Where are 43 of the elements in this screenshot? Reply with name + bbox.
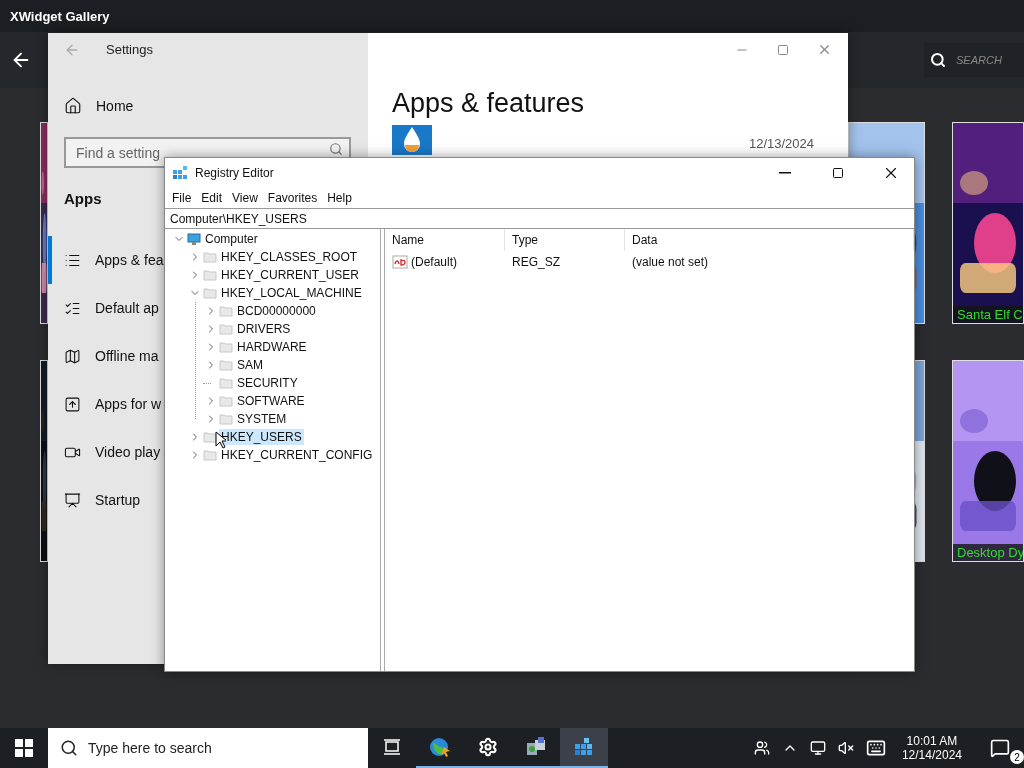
tree-item[interactable]: HKEY_CURRENT_CONFIG xyxy=(219,447,375,463)
thumbnail-caption: Santa Elf C xyxy=(953,306,1023,323)
tree-item[interactable]: HKEY_CLASSES_ROOT xyxy=(219,249,360,265)
column-header[interactable]: Name xyxy=(385,229,505,251)
nav-item[interactable]: Offline ma xyxy=(48,332,164,380)
app-date: 12/13/2024 xyxy=(748,136,814,153)
window-title: Settings xyxy=(106,42,153,57)
nav-item[interactable]: Apps for w xyxy=(48,380,164,428)
nav-item[interactable]: Video play xyxy=(48,428,164,476)
nav-item[interactable]: Startup xyxy=(48,476,164,524)
tree-item[interactable]: HKEY_CURRENT_USER xyxy=(219,267,362,283)
page-heading: Apps & features xyxy=(392,88,586,119)
clock-date: 12/14/2024 xyxy=(901,748,962,762)
nav-item[interactable]: Default ap xyxy=(48,284,164,332)
table-cell-text: REG_SZ xyxy=(511,255,561,269)
section-title: Apps xyxy=(64,190,102,207)
column-header[interactable]: Data xyxy=(625,229,914,251)
tree-item[interactable]: DRIVERS xyxy=(235,321,293,337)
tree-item[interactable]: SECURITY xyxy=(235,375,300,391)
address-bar[interactable]: Computer\HKEY_USERS xyxy=(165,208,914,229)
column-header[interactable]: Type xyxy=(505,229,625,251)
window-title: Registry Editor xyxy=(195,165,275,180)
app-title: XWidget Gallery xyxy=(10,8,110,24)
notification-count: 2 xyxy=(1010,750,1024,764)
home-nav-item[interactable]: Home xyxy=(48,91,368,121)
menu-item[interactable]: File xyxy=(167,190,197,205)
search-field[interactable]: SEARCH xyxy=(924,43,1024,77)
menu-item[interactable]: Help xyxy=(322,190,357,205)
clock-time: 10:01 AM xyxy=(906,734,958,748)
table-cell: (Default) xyxy=(385,255,505,269)
tree-item[interactable]: SOFTWARE xyxy=(235,393,307,409)
taskbar-search-field[interactable]: Type here to search xyxy=(48,728,368,768)
tree-item[interactable]: Computer xyxy=(203,231,260,247)
menu-item[interactable]: Favorites xyxy=(262,190,323,205)
tree-item[interactable]: HKEY_LOCAL_MACHINE xyxy=(219,285,364,301)
tree-item[interactable]: BCD00000000 xyxy=(235,303,318,319)
tree-item[interactable]: SYSTEM xyxy=(235,411,289,427)
menu-item[interactable]: Edit xyxy=(196,190,228,205)
menu-item[interactable]: View xyxy=(227,190,263,205)
clock[interactable]: 10:01 AM 12/14/2024 xyxy=(895,734,968,762)
tree-item[interactable]: SAM xyxy=(235,357,265,373)
table-cell-text: (value not set) xyxy=(631,255,710,269)
tree-item[interactable]: HARDWARE xyxy=(235,339,309,355)
